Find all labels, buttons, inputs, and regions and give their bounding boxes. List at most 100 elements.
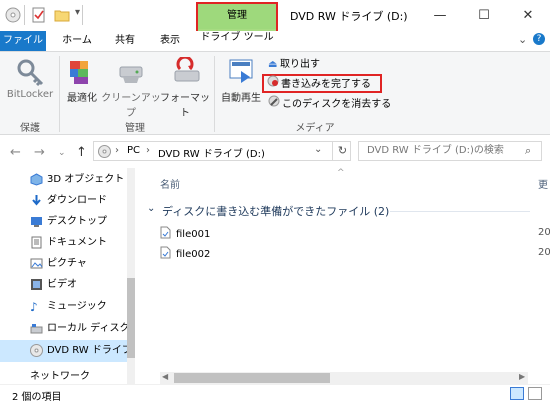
search-input[interactable]: DVD RW ドライブ (D:)の検索 [358, 141, 542, 161]
ribbon-expand-icon[interactable]: ⌄ [518, 33, 527, 46]
pictures-icon [30, 257, 43, 270]
tab-file[interactable]: ファイル [0, 31, 46, 51]
cleanup-button-label[interactable]: クリーンアップ [101, 89, 161, 119]
nav-item-videos[interactable]: ビデオ [31, 275, 77, 295]
file-name: file001 [176, 229, 211, 240]
nav-item-label: DVD RW ドライブ ( [47, 345, 139, 356]
finish-burning-button[interactable]: 書き込みを完了する [267, 75, 371, 91]
video-icon [30, 278, 43, 291]
format-button-label[interactable]: フォーマット [160, 89, 210, 119]
search-icon[interactable]: ⌕ [525, 144, 531, 158]
file-icon [160, 246, 176, 262]
list-item[interactable]: file001 [160, 226, 210, 242]
nav-item-label: ピクチャ [47, 258, 87, 269]
nav-item-label: ドキュメント [47, 237, 107, 248]
column-header-date[interactable]: 更 [538, 176, 548, 191]
documents-icon [30, 236, 43, 249]
group-label-protect: 保護 [20, 123, 40, 134]
group-header[interactable]: ディスクに書き込む準備ができたファイル (2) [162, 203, 389, 219]
file-date: 20 [538, 227, 550, 238]
group-header-line [390, 211, 530, 212]
desktop-icon [30, 215, 43, 228]
nav-item-pictures[interactable]: ピクチャ [30, 254, 87, 274]
eject-icon: ⏏ [268, 59, 278, 70]
list-item[interactable]: file002 [160, 246, 210, 262]
scroll-left-icon[interactable]: ◀ [162, 372, 168, 381]
burn-disc-icon [267, 75, 281, 93]
sort-indicator-icon: ^ [337, 168, 345, 178]
autoplay-button-label[interactable]: 自動再生 [218, 89, 264, 104]
details-view-icon[interactable] [510, 387, 524, 400]
format-icon[interactable] [172, 55, 202, 87]
nav-item-label: 3D オブジェクト [47, 174, 125, 185]
3d-objects-icon [30, 173, 43, 186]
erase-disc-button[interactable]: このディスクを消去する [268, 95, 391, 111]
minimize-button[interactable]: — [418, 0, 462, 31]
scroll-right-icon[interactable]: ▶ [519, 372, 525, 381]
nav-item-label: ダウンロード [47, 195, 107, 206]
drive-icon[interactable] [5, 7, 21, 23]
tab-share[interactable]: 共有 [104, 31, 146, 51]
group-collapse-icon[interactable]: ⌄ [147, 203, 155, 214]
nav-item-label: デスクトップ [47, 216, 107, 227]
disk-cleanup-icon[interactable] [117, 57, 147, 87]
erase-disc-icon [268, 95, 282, 113]
large-icons-view-icon[interactable] [528, 387, 542, 400]
tab-drive-tools[interactable]: ドライブ ツール [198, 31, 276, 45]
recent-locations-icon[interactable]: ⌄ [58, 148, 66, 158]
file-list [135, 168, 550, 384]
nav-scrollbar-thumb[interactable] [127, 278, 135, 358]
breadcrumb-pc[interactable]: PC [127, 145, 140, 156]
group-label-media: メディア [295, 123, 335, 134]
horizontal-scrollbar-thumb[interactable] [174, 373, 330, 383]
nav-item-music[interactable]: ♪ ミュージック [30, 297, 107, 317]
back-arrow-icon[interactable]: ← [10, 145, 21, 160]
nav-item-documents[interactable]: ドキュメント [31, 233, 107, 253]
address-dropdown-icon[interactable]: ⌄ [314, 144, 322, 155]
column-header-name[interactable]: 名前 [160, 176, 180, 191]
nav-item-3d-objects[interactable]: 3D オブジェクト [30, 170, 125, 190]
qat-customize-icon[interactable]: ▾ [75, 7, 80, 18]
nav-item-dvd-drive[interactable]: DVD RW ドライブ ( [30, 341, 139, 361]
help-button[interactable]: ? [533, 33, 545, 45]
qat-divider [82, 5, 83, 25]
finish-burning-label: 書き込みを完了する [281, 79, 371, 90]
breadcrumb-separator-icon[interactable]: › [146, 145, 150, 156]
new-folder-icon[interactable] [54, 7, 70, 23]
nav-item-network[interactable]: ネットワーク [30, 370, 90, 384]
close-button[interactable]: ✕ [506, 0, 550, 31]
bitlocker-button-label[interactable]: BitLocker [6, 89, 54, 100]
context-group-label: 管理 [198, 4, 276, 29]
tab-view[interactable]: 表示 [148, 31, 192, 51]
local-disk-icon [30, 322, 43, 335]
file-name: file002 [176, 249, 211, 260]
breadcrumb-separator-icon[interactable]: › [115, 145, 119, 156]
maximize-button[interactable]: ☐ [462, 0, 506, 31]
optimize-icon[interactable] [68, 57, 98, 87]
nav-item-downloads[interactable]: ダウンロード [32, 191, 107, 211]
nav-item-desktop[interactable]: デスクトップ [31, 212, 107, 232]
status-bar [0, 384, 550, 404]
autoplay-icon[interactable] [228, 57, 258, 87]
refresh-icon[interactable]: ↻ [332, 141, 352, 161]
breadcrumb-drive[interactable]: DVD RW ドライブ (D:) [158, 145, 265, 160]
tab-home[interactable]: ホーム [52, 31, 102, 51]
nav-item-label: ミュージック [47, 301, 107, 312]
download-icon [30, 194, 43, 207]
optimize-button-label[interactable]: 最適化 [62, 89, 102, 104]
properties-icon[interactable] [31, 7, 47, 23]
eject-label: 取り出す [280, 59, 320, 70]
forward-arrow-icon[interactable]: → [34, 145, 45, 160]
nav-item-label: ビデオ [47, 279, 77, 290]
group-label-manage: 管理 [125, 123, 145, 134]
erase-disc-label: このディスクを消去する [282, 99, 392, 110]
bitlocker-key-icon[interactable] [15, 57, 45, 87]
file-date: 20 [538, 247, 550, 258]
music-icon: ♪ [30, 300, 38, 314]
qat-divider [24, 5, 25, 25]
up-arrow-icon[interactable]: ↑ [76, 145, 87, 160]
file-icon [160, 226, 176, 242]
address-drive-icon [98, 145, 111, 161]
eject-button[interactable]: ⏏ 取り出す [268, 57, 320, 73]
ribbon-separator [59, 56, 60, 132]
